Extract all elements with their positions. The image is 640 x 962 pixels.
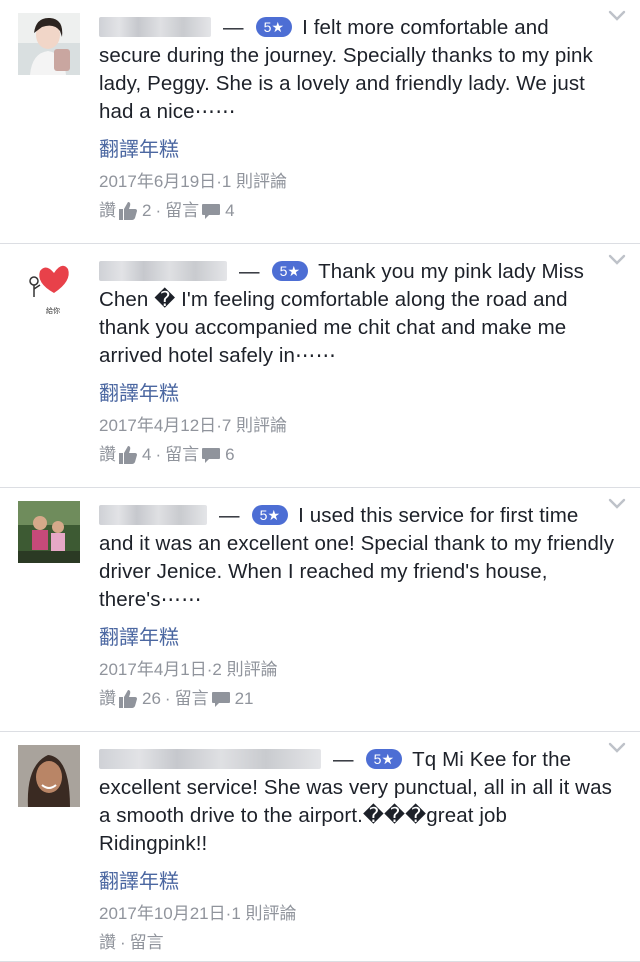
dash-separator: — [223, 16, 244, 39]
avatar-photo [18, 501, 80, 563]
comment-button[interactable]: 留言 [130, 931, 164, 955]
comments-count[interactable]: 1 則評論 [222, 172, 287, 191]
thumbs-up-icon [118, 445, 138, 465]
translate-link[interactable]: 翻譯年糕 [99, 625, 616, 651]
reviewer-name-redacted[interactable] [99, 749, 321, 769]
review-date[interactable]: 2017年10月21日 [99, 904, 226, 923]
like-button[interactable]: 讚 [99, 443, 116, 467]
review-date[interactable]: 2017年4月1日 [99, 660, 207, 679]
rating-badge: 5★ [271, 261, 309, 281]
dash-separator: — [239, 260, 260, 283]
rating-badge: 5★ [251, 505, 289, 525]
comment-count: 4 [225, 201, 235, 220]
like-button[interactable]: 讚 [99, 931, 116, 955]
translate-link[interactable]: 翻譯年糕 [99, 869, 616, 895]
comments-count[interactable]: 7 則評論 [222, 416, 287, 435]
translate-link[interactable]: 翻譯年糕 [99, 137, 616, 163]
dash-separator: — [333, 748, 354, 771]
reviewer-avatar[interactable] [18, 501, 80, 563]
comment-bubble-icon [201, 445, 221, 465]
like-button[interactable]: 讚 [99, 687, 116, 711]
comment-button[interactable]: 留言 [165, 443, 199, 467]
review-body: —5★ Thank you my pink lady Miss Chen � I'… [99, 258, 616, 370]
avatar-photo [18, 13, 80, 75]
reviewer-name-redacted[interactable] [99, 505, 207, 525]
reviewer-name-redacted[interactable] [99, 261, 227, 281]
rating-badge: 5★ [255, 17, 293, 37]
review-item: 給你 —5★ Thank you my pink lady Miss Chen �… [0, 244, 640, 488]
reviewer-name-redacted[interactable] [99, 17, 211, 37]
avatar-photo [18, 745, 80, 807]
review-actions: 讚 26 · 留言 21 [99, 687, 616, 711]
review-meta: 2017年4月1日·2 則評論 [99, 660, 278, 679]
review-meta: 2017年4月12日·7 則評論 [99, 416, 288, 435]
thumbs-up-icon [118, 201, 138, 221]
review-body: —5★ I used this service for first time an… [99, 502, 616, 614]
review-item: —5★ Tq Mi Kee for the excellent service! … [0, 732, 640, 962]
comments-count[interactable]: 1 則評論 [231, 904, 296, 923]
review-content: —5★ I used this service for first time an… [99, 502, 616, 711]
like-count: 26 [142, 689, 161, 708]
like-count: 2 [142, 201, 152, 220]
review-content: —5★ Tq Mi Kee for the excellent service! … [99, 746, 616, 955]
review-content: —5★ Thank you my pink lady Miss Chen � I'… [99, 258, 616, 467]
review-item: —5★ I felt more comfortable and secure du… [0, 0, 640, 244]
like-count: 4 [142, 445, 152, 464]
rating-badge: 5★ [365, 749, 403, 769]
review-body: —5★ Tq Mi Kee for the excellent service! … [99, 746, 616, 858]
reviewer-avatar[interactable] [18, 745, 80, 807]
comment-button[interactable]: 留言 [175, 687, 209, 711]
comments-count[interactable]: 2 則評論 [212, 660, 277, 679]
dash-separator: — [219, 504, 240, 527]
review-actions: 讚 4 · 留言 6 [99, 443, 616, 467]
avatar-caption: 給你 [46, 306, 60, 315]
review-meta: 2017年6月19日·1 則評論 [99, 172, 288, 191]
reviewer-avatar[interactable]: 給你 [18, 257, 80, 319]
comment-button[interactable]: 留言 [165, 199, 199, 223]
comment-count: 6 [225, 445, 235, 464]
review-body: —5★ I felt more comfortable and secure du… [99, 14, 616, 126]
review-actions: 讚 · 留言 [99, 931, 616, 955]
review-date[interactable]: 2017年4月12日 [99, 416, 216, 435]
comment-bubble-icon [211, 689, 231, 709]
translate-link[interactable]: 翻譯年糕 [99, 381, 616, 407]
review-date[interactable]: 2017年6月19日 [99, 172, 216, 191]
review-content: —5★ I felt more comfortable and secure du… [99, 14, 616, 223]
avatar-heart-drawing: 給你 [18, 257, 80, 319]
review-actions: 讚 2 · 留言 4 [99, 199, 616, 223]
thumbs-up-icon [118, 689, 138, 709]
comment-count: 21 [234, 689, 254, 708]
comment-bubble-icon [201, 201, 221, 221]
reviewer-avatar[interactable] [18, 13, 80, 75]
review-meta: 2017年10月21日·1 則評論 [99, 904, 297, 923]
like-button[interactable]: 讚 [99, 199, 116, 223]
review-item: —5★ I used this service for first time an… [0, 488, 640, 732]
